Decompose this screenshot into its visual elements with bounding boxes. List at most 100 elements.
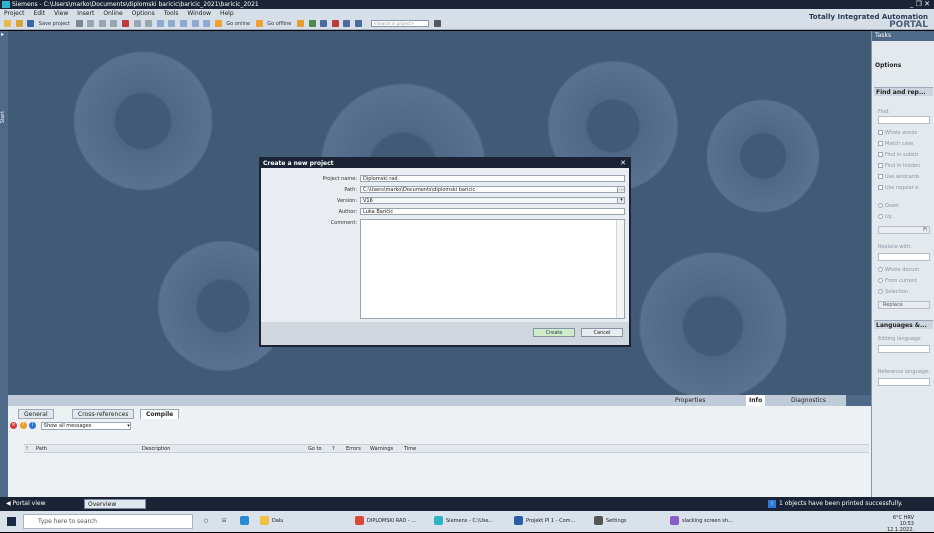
split-vertical-icon[interactable] <box>354 20 362 27</box>
inspector-window-controls[interactable] <box>846 395 871 406</box>
match-case-checkbox[interactable]: Match case <box>878 141 913 148</box>
taskbar-item-settings[interactable]: Settings <box>594 516 627 527</box>
split-horizontal-icon[interactable] <box>343 20 351 27</box>
menu-edit[interactable]: Edit <box>33 10 45 17</box>
taskbar-item-snip[interactable]: slacking screen sh... <box>670 516 733 527</box>
save-icon[interactable] <box>27 20 35 27</box>
new-project-icon[interactable] <box>4 20 11 27</box>
col-path[interactable]: Path <box>36 445 47 454</box>
paste-icon[interactable] <box>110 20 118 27</box>
message-filter-select[interactable]: Show all messages ▾ <box>40 421 131 430</box>
print-icon[interactable] <box>75 20 83 27</box>
replace-input[interactable] <box>878 253 930 261</box>
open-project-icon[interactable] <box>15 20 23 27</box>
edge-icon[interactable] <box>240 516 252 527</box>
col-warnings[interactable]: Warnings <box>370 445 393 454</box>
warning-filter-icon[interactable]: ! <box>19 422 27 429</box>
col-description[interactable]: Description <box>142 445 170 454</box>
portal-view-button[interactable]: ◀ Portal view <box>6 497 46 511</box>
menu-online[interactable]: Online <box>103 10 122 17</box>
from-current-radio[interactable]: From current <box>878 278 917 285</box>
menu-view[interactable]: View <box>54 10 68 17</box>
windows-start-icon[interactable] <box>7 517 16 526</box>
find-replace-section[interactable]: Find and rep... <box>874 87 933 96</box>
tab-diagnostics[interactable]: Diagnostics <box>788 395 829 406</box>
create-button[interactable]: Create <box>533 328 575 337</box>
col-status[interactable]: ! <box>26 445 28 454</box>
whole-document-radio[interactable]: Whole docum <box>878 267 919 274</box>
close-icon[interactable] <box>331 20 339 27</box>
compile-icon[interactable] <box>168 20 176 27</box>
author-input[interactable]: Luka Baričić <box>360 208 625 215</box>
go-online-button[interactable]: Go online <box>226 19 250 29</box>
redo-icon[interactable] <box>145 20 153 27</box>
col-errors[interactable]: Errors <box>346 445 361 454</box>
split-editor-icon[interactable] <box>156 20 164 27</box>
col-goto[interactable]: Go to <box>308 445 322 454</box>
languages-section[interactable]: Languages &... <box>874 320 933 329</box>
upload-icon[interactable] <box>191 20 199 27</box>
tab-compile[interactable]: Compile <box>140 409 180 419</box>
reference-language-select[interactable] <box>878 378 930 386</box>
save-project-button[interactable]: Save project <box>39 19 70 29</box>
comment-scrollbar[interactable] <box>616 220 624 318</box>
menu-tools[interactable]: Tools <box>164 10 179 17</box>
error-filter-icon[interactable]: × <box>10 422 17 429</box>
go-online-icon[interactable] <box>214 20 222 27</box>
info-filter-icon[interactable]: i <box>29 422 37 429</box>
tab-properties[interactable]: Properties <box>672 395 708 406</box>
tab-info[interactable]: Info <box>746 395 766 406</box>
overview-button[interactable]: Overview <box>84 499 146 509</box>
cut-icon[interactable] <box>87 20 95 27</box>
start-cpu-icon[interactable] <box>308 20 316 27</box>
undo-icon[interactable] <box>133 20 141 27</box>
chevron-down-icon[interactable]: ▾ <box>617 198 624 203</box>
task-panel-header[interactable]: Tasks <box>872 31 934 41</box>
expand-arrow-icon[interactable]: ▸ <box>0 31 8 38</box>
project-name-input[interactable]: Diplomski rad <box>360 175 625 182</box>
replace-button[interactable]: Replace <box>878 301 930 309</box>
editing-language-select[interactable] <box>878 345 930 353</box>
taskbar-search-input[interactable]: Type here to search <box>23 514 193 529</box>
task-view-icon[interactable]: ⊟ <box>222 516 226 527</box>
stop-cpu-icon[interactable] <box>320 20 328 27</box>
col-time[interactable]: Time <box>404 445 416 454</box>
whole-words-checkbox[interactable]: Whole words <box>878 130 917 137</box>
find-in-substructures-checkbox[interactable]: Find in substr <box>878 152 919 159</box>
menu-help[interactable]: Help <box>220 10 234 17</box>
simulation-icon[interactable] <box>203 20 211 27</box>
cancel-button[interactable]: Cancel <box>581 328 623 337</box>
search-icon[interactable]: ○ <box>204 516 208 527</box>
selection-radio[interactable]: Selection <box>878 289 908 296</box>
direction-up-radio[interactable]: Up <box>878 214 892 221</box>
copy-icon[interactable] <box>98 20 106 27</box>
direction-down-radio[interactable]: Down <box>878 203 899 210</box>
menu-insert[interactable]: Insert <box>77 10 94 17</box>
taskbar-item-chrome[interactable]: DIPLOMSKI RAD - ... <box>355 516 416 527</box>
find-input[interactable] <box>878 116 930 124</box>
tab-general[interactable]: General <box>18 409 54 419</box>
accessible-devices-icon[interactable] <box>296 20 304 27</box>
menu-project[interactable]: Project <box>4 10 25 17</box>
system-tray[interactable]: 6°C HRV 10:53 12.1.2022. <box>887 515 914 533</box>
use-wildcards-checkbox[interactable]: Use wildcards <box>878 174 920 181</box>
browse-button[interactable]: … <box>617 187 624 192</box>
comment-textarea[interactable] <box>360 219 625 319</box>
go-offline-button[interactable]: Go offline <box>267 19 291 29</box>
dialog-close-icon[interactable]: ✕ <box>620 159 626 168</box>
menu-options[interactable]: Options <box>132 10 155 17</box>
use-regex-checkbox[interactable]: Use regular e <box>878 185 918 192</box>
tab-cross-references[interactable]: Cross-references <box>72 409 135 419</box>
taskbar-item-siemens[interactable]: Siemens - C:\Use... <box>434 516 493 527</box>
delete-icon[interactable] <box>121 20 129 27</box>
taskbar-item-projekt[interactable]: Projekt PI 1 - Com... <box>514 516 575 527</box>
taskbar-item-dalu[interactable]: Dalu <box>260 516 283 527</box>
search-icon[interactable] <box>434 20 442 27</box>
version-select[interactable]: V16 ▾ <box>360 197 625 204</box>
go-offline-icon[interactable] <box>255 20 263 27</box>
menu-window[interactable]: Window <box>187 10 211 17</box>
window-controls[interactable]: _ ❐ ✕ <box>910 0 930 9</box>
project-tree-collapsed[interactable]: ▸ Start <box>0 31 8 497</box>
download-icon[interactable] <box>179 20 187 27</box>
col-help[interactable]: ? <box>332 445 335 454</box>
